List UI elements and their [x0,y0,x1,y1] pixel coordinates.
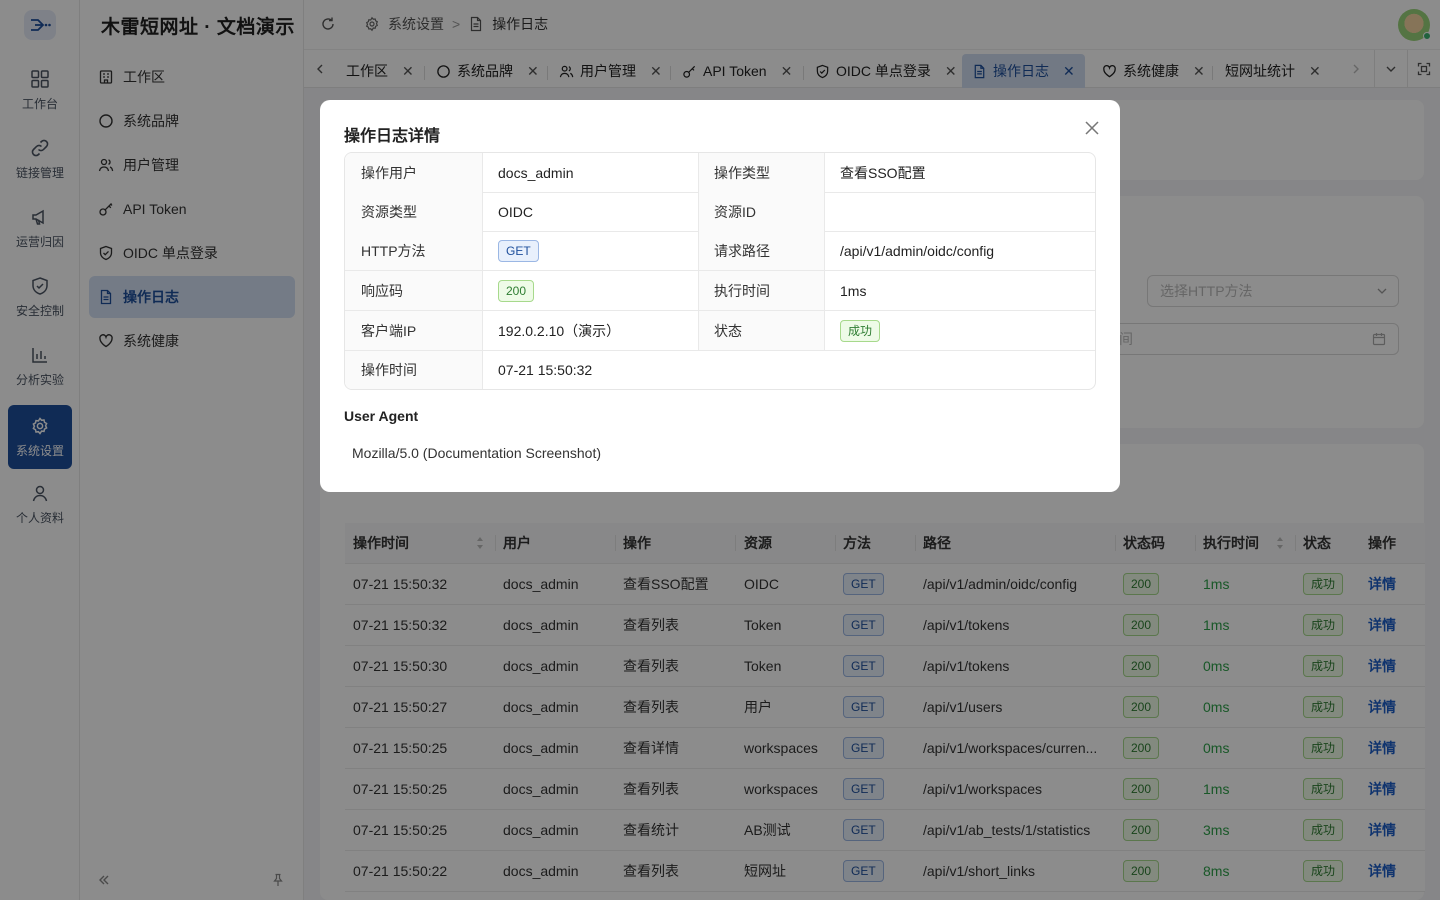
field-label: 操作时间 [345,351,482,389]
status-code-tag: 200 [498,279,535,302]
field-label: 请求路径 [698,231,824,270]
cell-divider [482,153,483,192]
cell-divider [482,231,483,270]
field-value-time: 07-21 15:50:32 [498,362,593,378]
field-label: 状态 [698,311,824,350]
cell-divider [482,192,483,231]
cell-divider [698,231,699,270]
field-value-code: 200 [482,271,698,310]
field-label: 响应码 [345,271,482,310]
field-label: 客户端IP [345,311,482,350]
field-value-user: docs_admin [498,164,574,181]
cell-divider [482,311,483,350]
field-value-method: GET [482,231,698,270]
detail-row: 响应码 200 执行时间 1ms [345,271,1095,311]
cell-divider [698,311,699,350]
detail-row: 操作时间 07-21 15:50:32 [345,351,1095,389]
field-value-status: 成功 [824,311,1095,350]
cell-divider [824,153,825,192]
field-value-path: /api/v1/admin/oidc/config [840,242,995,259]
field-value-type: 查看SSO配置 [840,164,926,181]
field-label: 操作类型 [698,153,824,192]
field-label: 资源ID [698,192,824,231]
method-tag: GET [498,239,539,262]
cell-divider [824,271,825,310]
cell-divider [698,153,699,192]
status-badge: 成功 [840,319,881,342]
close-icon[interactable] [1082,118,1102,138]
modal-title: 操作日志详情 [344,128,441,145]
audit-detail-modal: 操作日志详情 操作用户 docs_admin 操作类型 查看SSO配置 资源类型… [320,100,1120,492]
user-agent-title: User Agent [344,408,419,424]
field-value-duration: 1ms [840,282,867,299]
cell-divider [482,351,483,389]
cell-divider [698,192,699,231]
field-label: 操作用户 [345,153,482,192]
cell-divider [824,192,825,231]
field-value-resource-id [824,192,1095,231]
user-agent-value: Mozilla/5.0 (Documentation Screenshot) [352,445,602,461]
detail-descriptions: 操作用户 docs_admin 操作类型 查看SSO配置 资源类型 OIDC 资… [344,152,1096,390]
cell-divider [824,311,825,350]
detail-row: HTTP方法 GET 请求路径 /api/v1/admin/oidc/confi… [345,231,1095,271]
cell-divider [824,231,825,270]
field-label: 执行时间 [698,271,824,310]
field-value-resource-type: OIDC [498,203,533,220]
detail-row: 资源类型 OIDC 资源ID [345,192,1095,232]
field-value-ip: 192.0.2.10（演示） [498,322,621,339]
detail-row: 操作用户 docs_admin 操作类型 查看SSO配置 [345,153,1095,193]
field-label: 资源类型 [345,192,482,231]
cell-divider [482,271,483,310]
field-label: HTTP方法 [345,231,482,270]
detail-row: 客户端IP 192.0.2.10（演示） 状态 成功 [345,311,1095,351]
cell-divider [698,271,699,310]
